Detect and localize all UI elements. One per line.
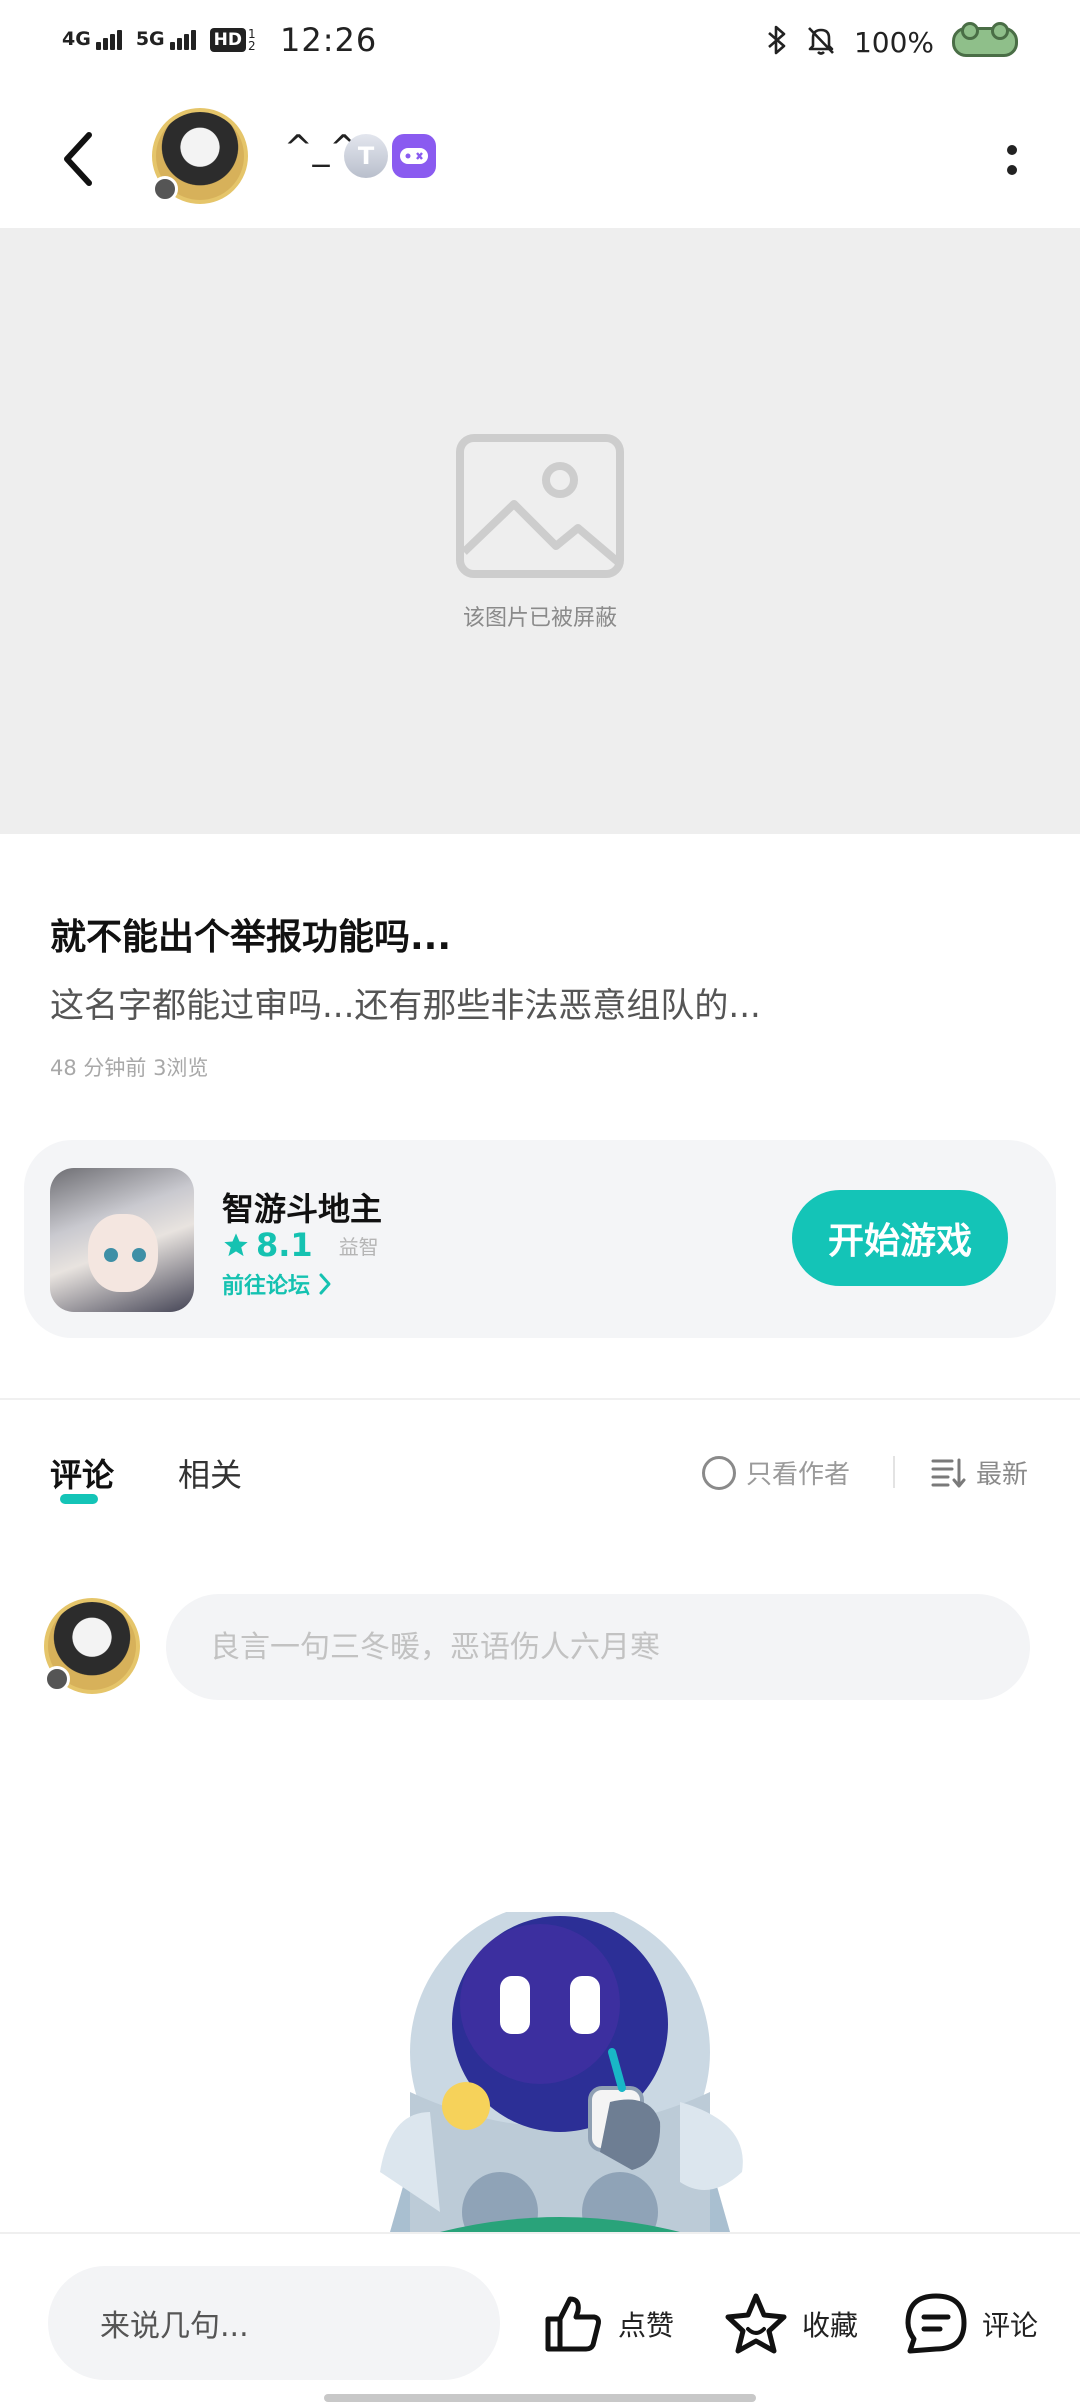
star-icon [224,1233,248,1257]
post-title: 就不能出个举报功能吗... [50,917,452,958]
tab-related[interactable]: 相关 [178,1450,242,1496]
hd-label: HD [209,28,246,52]
more-icon [1007,145,1017,155]
game-name[interactable]: 智游斗地主 [222,1184,382,1230]
game-card[interactable]: 智游斗地主 8.1 益智 前往论坛 开始游戏 [24,1140,1056,1338]
thumbs-up-icon [545,2296,601,2352]
game-genre: 益智 [338,1234,379,1259]
more-icon-dot [1007,165,1017,175]
sort-icon [931,1458,966,1487]
post-body: 这名字都能过审吗...还有那些非法恶意组队的... [50,986,761,1026]
home-indicator[interactable] [324,2394,756,2402]
clock: 12:26 [280,21,378,59]
back-button[interactable] [48,124,108,194]
author-only-label: 只看作者 [746,1460,851,1490]
empty-state-mascot [380,1912,743,2232]
game-badge-icon [392,134,436,178]
status-right: 100% [766,20,1018,64]
forum-link-label: 前往论坛 [222,1274,311,1299]
sort-label: 最新 [976,1460,1029,1490]
favorite-label: 收藏 [802,2309,859,2342]
play-game-button[interactable]: 开始游戏 [792,1190,1008,1286]
reply-input[interactable]: 来说几句... [48,2266,500,2380]
game-icon[interactable] [50,1168,194,1312]
signal-5g-label: 5G [135,28,165,50]
post-header: ^_^ T [0,94,1080,222]
comment-label: 评论 [982,2309,1039,2342]
sort-toggle[interactable]: 最新 [930,1454,1028,1491]
blocked-image-placeholder: 该图片已被屏蔽 [0,228,1080,834]
blocked-image-message: 该图片已被屏蔽 [462,606,617,631]
signal-5g-icon: 5G [136,30,196,50]
image-placeholder-icon [456,434,624,578]
level-badge: T [344,134,388,178]
star-outline-icon [725,2293,787,2354]
active-tab-indicator [60,1494,98,1504]
post-meta: 48 分钟前 3浏览 [50,1056,209,1080]
status-bar: 4G 5G HD 1 2 12:26 100% [0,0,1080,84]
avatar-frame-badge [152,176,178,202]
bluetooth-icon [766,24,788,60]
tab-comments[interactable]: 评论 [50,1450,114,1496]
status-left: 4G 5G HD 1 2 12:26 [62,18,377,62]
favorite-button[interactable]: 收藏 [722,2274,858,2374]
signal-4g-label: 4G [62,28,91,50]
comment-bubble-icon [905,2293,967,2354]
more-options-button[interactable] [992,130,1032,190]
chevron-right-icon [319,1273,331,1295]
back-icon [64,132,92,186]
radio-icon [702,1455,736,1490]
battery-icon [952,22,1018,57]
section-divider [0,1398,1080,1400]
bottom-action-bar: 来说几句... 点赞 收藏 评论 [0,2232,1080,2408]
author-avatar[interactable] [152,108,248,204]
hd-voice-icon: HD 1 2 [209,27,258,53]
battery-percent: 100% [853,25,934,59]
forum-link[interactable]: 前往论坛 [222,1268,332,1300]
game-score: 8.1 [256,1226,313,1264]
comment-input[interactable] [166,1594,1030,1700]
toolbar-separator [893,1456,895,1488]
like-label: 点赞 [618,2309,675,2342]
like-button[interactable]: 点赞 [540,2274,674,2374]
my-avatar-frame-badge [44,1666,70,1692]
author-only-toggle[interactable]: 只看作者 [702,1454,850,1491]
my-avatar[interactable] [44,1598,140,1694]
hd-sub-label: 1 2 [248,27,256,53]
game-rating: 8.1 益智 [222,1226,379,1264]
comment-button[interactable]: 评论 [902,2274,1038,2374]
signal-4g-icon: 4G [62,30,122,50]
bell-off-icon [806,24,836,60]
